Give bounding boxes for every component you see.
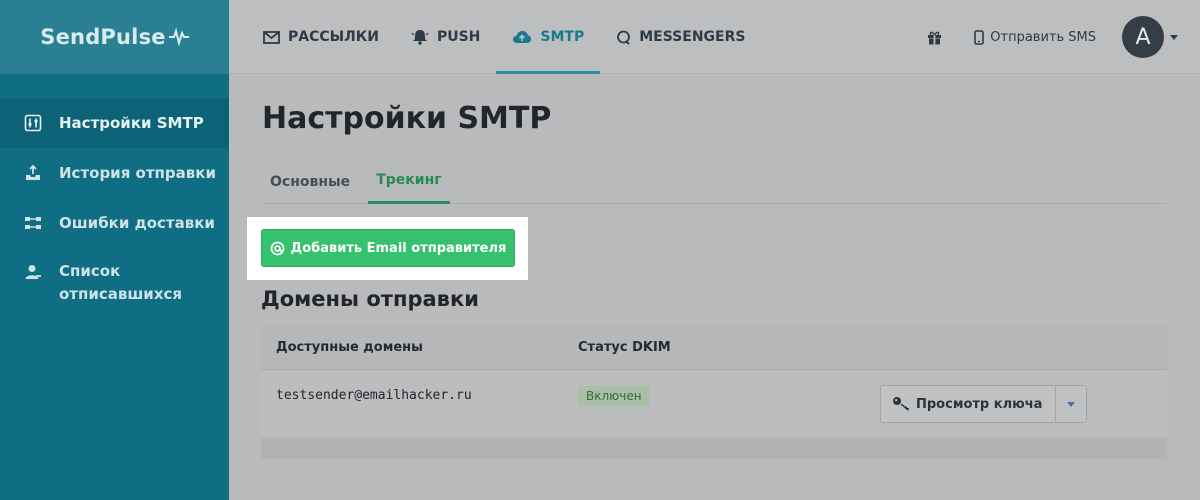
nav-item-label: PUSH	[436, 29, 481, 45]
send-sms-label: Отправить SMS	[990, 29, 1096, 45]
envelope-icon	[263, 30, 280, 44]
nav-item-label: РАССЫЛКИ	[288, 29, 379, 45]
column-header-dkim-status: Статус DKIM	[578, 340, 671, 355]
settings-sliders-icon	[24, 114, 42, 132]
main-content: Настройки SMTP Основные Трекинг Добавить…	[229, 74, 1200, 500]
tab-basic[interactable]: Основные	[262, 159, 358, 204]
bell-icon	[411, 30, 429, 45]
caret-down-icon	[1170, 34, 1178, 40]
logo-area: SendPulse	[0, 0, 229, 74]
sidebar-item-label-line1: Список	[59, 262, 121, 280]
page-title: Настройки SMTP	[262, 101, 552, 136]
gift-button[interactable]	[927, 30, 942, 45]
table-header: Доступные домены Статус DKIM	[261, 325, 1167, 370]
top-bar: РАССЫЛКИ PUSH SMTP MESSENGERS Отправить …	[229, 0, 1200, 74]
nav-item-label: MESSENGERS	[639, 29, 746, 45]
settings-tabs: Основные Трекинг	[262, 159, 1167, 204]
account-dropdown[interactable]	[1170, 34, 1178, 40]
tab-tracking[interactable]: Трекинг	[368, 159, 450, 204]
sidebar-menu: Настройки SMTP История отправки Ошибки д…	[0, 98, 229, 322]
status-badge: Включен	[578, 386, 650, 406]
at-sign-icon	[270, 241, 284, 255]
top-right-actions: Отправить SMS A	[927, 0, 1200, 74]
sidebar-item-label: Список отписавшихся	[59, 260, 182, 306]
brand-logo[interactable]: SendPulse	[40, 25, 189, 49]
top-nav: РАССЫЛКИ PUSH SMTP MESSENGERS	[247, 0, 761, 74]
sidebar-item-label: История отправки	[59, 164, 216, 182]
nav-item-label: SMTP	[540, 29, 585, 45]
key-icon	[893, 397, 909, 411]
chat-bubble-icon	[617, 30, 631, 45]
delivery-errors-icon	[25, 217, 41, 229]
mobile-phone-icon	[974, 29, 985, 45]
sidebar-item-label-line2: отписавшихся	[59, 285, 183, 303]
domains-table: Доступные домены Статус DKIM testsender@…	[261, 325, 1167, 459]
view-key-button-group: Просмотр ключа	[880, 385, 1088, 423]
user-avatar[interactable]: A	[1122, 16, 1164, 58]
view-key-button[interactable]: Просмотр ключа	[881, 386, 1057, 422]
add-sender-email-button[interactable]: Добавить Email отправителя	[261, 229, 515, 267]
view-key-dropdown-toggle[interactable]	[1056, 386, 1086, 422]
brand-name: SendPulse	[40, 25, 166, 49]
sidebar-item-unsubscribed[interactable]: Список отписавшихся	[0, 248, 229, 322]
sidebar-item-label: Настройки SMTP	[59, 114, 204, 132]
send-history-icon	[26, 164, 40, 180]
nav-item-smtp[interactable]: SMTP	[496, 0, 601, 74]
sidebar-item-label: Ошибки доставки	[59, 214, 215, 232]
view-key-label: Просмотр ключа	[916, 396, 1043, 412]
section-title: Домены отправки	[261, 287, 479, 311]
column-header-domains: Доступные домены	[276, 340, 423, 355]
nav-item-push[interactable]: PUSH	[395, 0, 496, 74]
sidebar: SendPulse Настройки SMTP История отправк…	[0, 0, 229, 500]
pulse-icon	[168, 28, 189, 46]
nav-item-campaigns[interactable]: РАССЫЛКИ	[247, 0, 395, 74]
unsubscribed-user-icon	[25, 265, 41, 279]
cloud-upload-icon	[513, 31, 532, 43]
add-sender-email-label: Добавить Email отправителя	[290, 240, 507, 256]
domain-cell: testsender@emailhacker.ru	[276, 388, 472, 403]
sidebar-item-delivery-errors[interactable]: Ошибки доставки	[0, 198, 229, 248]
caret-down-icon	[1067, 401, 1076, 407]
nav-item-messengers[interactable]: MESSENGERS	[600, 0, 761, 74]
sidebar-item-smtp-settings[interactable]: Настройки SMTP	[0, 98, 229, 148]
gift-icon	[928, 31, 942, 45]
send-sms-link[interactable]: Отправить SMS	[974, 30, 1096, 45]
sidebar-item-send-history[interactable]: История отправки	[0, 148, 229, 198]
table-row: testsender@emailhacker.ru Включен Просмо…	[261, 370, 1167, 437]
